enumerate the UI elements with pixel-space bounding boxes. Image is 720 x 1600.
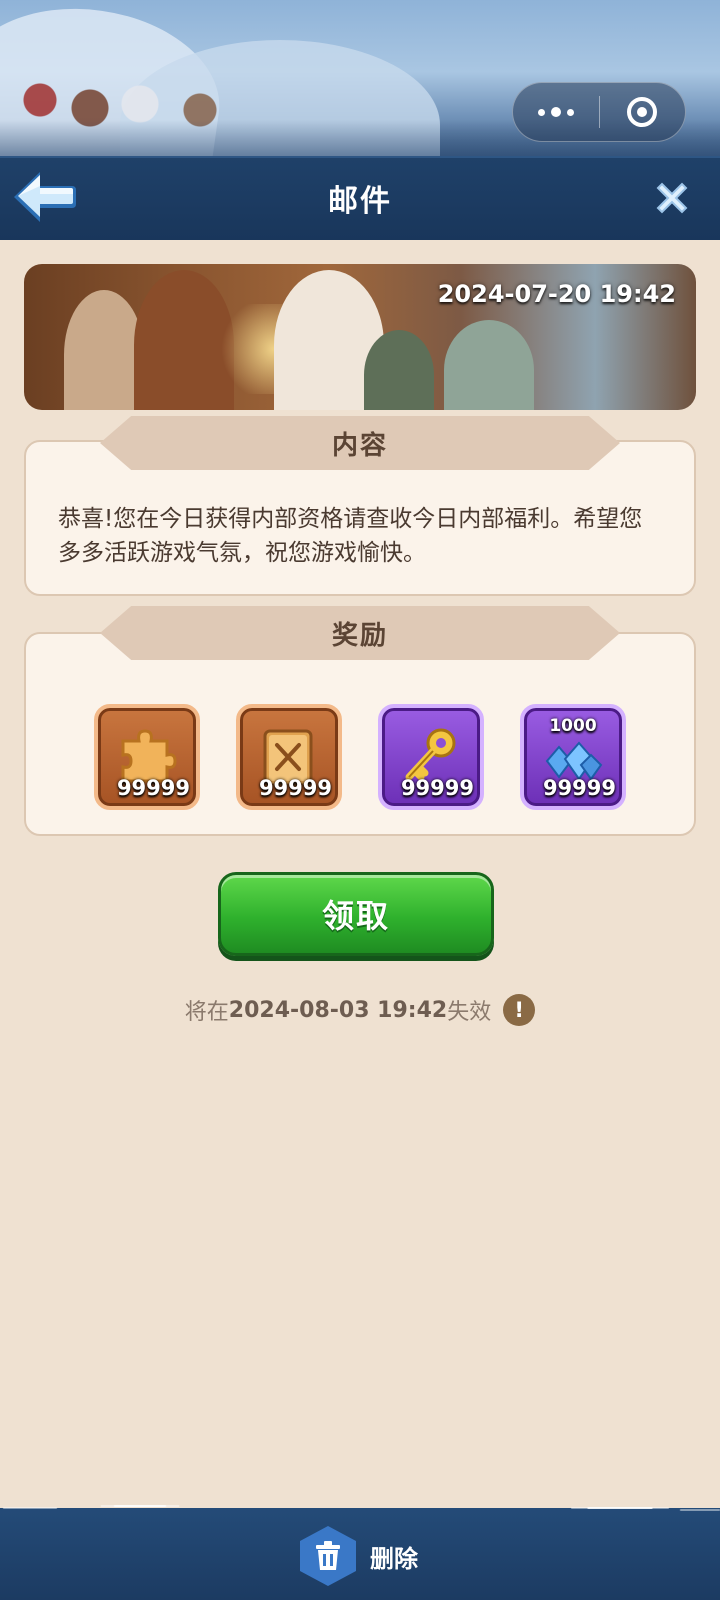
villager-figure: [444, 320, 534, 410]
title-bar: 邮件: [0, 156, 720, 240]
trash-icon: [300, 1526, 356, 1586]
reward-title: 奖励: [331, 620, 388, 651]
page-title: 邮件: [328, 184, 392, 219]
claim-button[interactable]: 领取: [218, 872, 494, 956]
close-button[interactable]: [652, 178, 692, 218]
reward-quantity: 99999: [400, 776, 474, 800]
mail-banner-image: 2024-07-20 19:42: [24, 264, 696, 410]
reward-item-key[interactable]: 99999: [378, 704, 484, 810]
expiry-suffix: 失效: [447, 1000, 492, 1025]
snow-decoration: [0, 1502, 720, 1520]
content-title: 内容: [331, 430, 388, 461]
more-dots-icon: [537, 107, 574, 117]
mail-body-text: 恭喜!您在今日获得内部资格请查收今日内部福利。希望您多多活跃游戏气氛，祝您游戏愉…: [58, 506, 643, 566]
reward-item-book[interactable]: 99999: [236, 704, 342, 810]
miniprogram-capsule: [512, 82, 686, 142]
reward-quantity: 99999: [116, 776, 190, 800]
reward-item-gems[interactable]: 1000 99999: [520, 704, 626, 810]
claim-label: 领取: [321, 897, 390, 935]
top-scene-background: [0, 0, 720, 160]
delete-label: 删除: [370, 1544, 418, 1573]
close-icon: [656, 182, 688, 214]
content-header-ribbon: 内容: [100, 416, 620, 470]
expiry-date: 2024-08-03 19:42: [228, 997, 448, 1023]
reward-list: 99999 99999 99999 1000 99999: [26, 704, 694, 810]
reward-quantity: 99999: [542, 776, 616, 800]
villager-figure: [364, 330, 434, 410]
reward-item-puzzle[interactable]: 99999: [94, 704, 200, 810]
reward-header-ribbon: 奖励: [100, 606, 620, 660]
reward-quantity: 99999: [258, 776, 332, 800]
expiry-notice: 将在 2024-08-03 19:42 失效 !: [0, 994, 720, 1026]
mail-date: 2024-07-20 19:42: [437, 280, 676, 308]
more-options-button[interactable]: [513, 83, 599, 141]
expiry-prefix: 将在: [184, 1000, 229, 1025]
target-circle-icon: [627, 97, 658, 127]
villager-figure: [64, 290, 144, 410]
mail-card: 2024-07-20 19:42 恭喜!您在今日获得内部资格请查收今日内部福利。…: [0, 240, 720, 1510]
reward-top-count: 1000: [549, 716, 597, 736]
exclamation-icon[interactable]: !: [503, 994, 536, 1026]
bottom-bar: 删除: [0, 1502, 720, 1600]
reward-panel: 99999 99999 99999 1000 99999: [24, 632, 696, 836]
delete-button[interactable]: 删除: [300, 1526, 418, 1586]
close-miniprogram-button[interactable]: [600, 83, 686, 141]
